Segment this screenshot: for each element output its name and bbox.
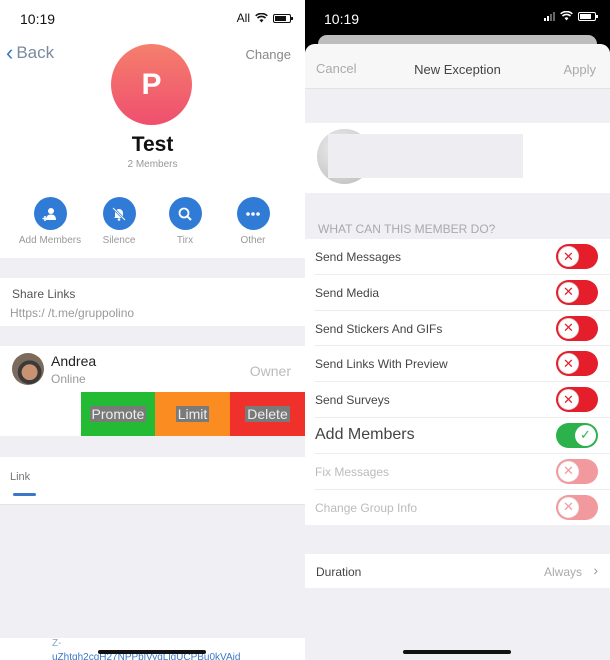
permission-label: Send Media [315,285,380,300]
permission-toggle[interactable]: ✕ [556,315,598,341]
permission-row: Send Stickers And GIFs ✕ [315,311,610,347]
share-link-title: Share Links [12,287,76,301]
delete-button[interactable]: Delete [230,392,305,436]
x-icon: ✕ [558,353,579,375]
permission-toggle: ✕ [556,458,598,484]
duration-label: Duration [316,565,362,579]
permission-row: Send Surveys ✕ [315,382,610,418]
permission-label: Send Surveys [315,393,390,408]
new-exception-screen: 10:19 Cancel New Exception Apply e WHAT … [305,0,610,660]
x-icon: ✕ [558,460,579,482]
redacted-area [328,134,523,178]
permission-row: Send Links With Preview ✕ [315,346,610,383]
permission-row: Send Messages ✕ [315,239,610,275]
apply-button[interactable]: Apply [563,62,596,77]
permission-label: Send Stickers And GIFs [315,321,443,336]
check-icon: ✓ [575,424,596,446]
member-name: Andrea [51,353,97,369]
back-label: Back [16,43,55,62]
carrier-label: All [236,11,250,25]
limit-button[interactable]: Limit [155,392,230,436]
section-header: WHAT CAN THIS MEMBER DO? [318,222,496,236]
more-icon [236,197,270,230]
x-icon: ✕ [558,389,579,411]
tab-link-label: Link [10,471,31,483]
member-card: e [305,123,610,193]
sheet-nav-bar: Cancel New Exception Apply [305,44,610,89]
permission-label: Change Group Info [315,500,418,515]
x-icon: ✕ [558,317,579,339]
search-icon [168,197,202,230]
back-button[interactable]: ‹ Back [6,40,55,65]
member-row[interactable]: Andrea Online Owner Promote Limit Delete [0,346,305,436]
promote-button[interactable]: Promote [81,392,155,436]
battery-icon [273,13,293,23]
search-button[interactable]: Tirx [150,197,220,246]
invite-link[interactable]: Z- uZhtgh2cgH27NPPblVygLlgUCPBu0kVAid [0,638,305,660]
duration-row[interactable]: Duration Always › [305,554,610,588]
permission-label: Send Messages [315,250,402,264]
duration-value: Always [543,565,582,579]
member-status: Online [51,372,86,386]
chevron-right-icon: › [593,562,598,578]
status-time: 10:19 [20,11,56,27]
permission-label: Send Links With Preview [315,357,448,372]
x-icon: ✕ [558,496,579,518]
permission-toggle[interactable]: ✕ [556,279,598,305]
battery-icon [578,11,598,21]
exception-sheet: Cancel New Exception Apply e WHAT CAN TH… [305,44,610,660]
other-button[interactable]: Other [218,197,288,246]
add-user-icon [33,197,67,230]
permission-row: Fix Messages ✕ [315,454,610,490]
x-icon: ✕ [558,246,579,267]
permission-row: Add Members ✓ [315,418,610,454]
home-indicator[interactable] [403,650,511,654]
member-role: Owner [249,363,291,379]
chevron-left-icon: ‹ [6,40,14,65]
action-bar: Add Members Silence Tirx Other [0,197,305,252]
tab-link[interactable]: Link [0,457,305,505]
member-count: 2 Members [127,159,178,170]
status-time: 10:19 [324,11,360,27]
share-link-row[interactable]: Share Links Https:/ /t.me/gruppolino [0,278,305,326]
permission-label: Fix Messages [315,464,390,479]
wifi-icon [560,11,573,21]
group-header: 10:19 All ‹ Back Change P Test 2 Members… [0,0,305,258]
permissions-list: Send Messages ✕ Send Media ✕ Send Stickers A… [305,239,610,526]
permission-toggle[interactable]: ✓ [556,422,598,448]
status-bar: 10:19 All [0,0,305,36]
permission-row: Send Media ✕ [315,275,610,311]
tab-active-indicator [13,493,36,496]
status-bar: 10:19 [305,0,610,36]
permission-toggle[interactable]: ✕ [556,244,598,269]
add-members-button[interactable]: Add Members [15,197,85,246]
permission-toggle: ✕ [556,494,598,520]
group-name: Test [131,133,174,156]
bell-slash-icon [102,197,136,230]
permission-toggle[interactable]: ✕ [556,351,598,377]
home-indicator[interactable] [98,650,206,654]
x-icon: ✕ [558,281,579,303]
permission-toggle[interactable]: ✕ [556,387,598,413]
group-info-screen: 10:19 All ‹ Back Change P Test 2 Members… [0,0,305,660]
wifi-icon [255,13,268,23]
permission-row: Change Group Info ✕ [315,490,610,526]
change-button[interactable]: Change [245,47,291,62]
group-avatar[interactable]: P [111,44,192,125]
member-avatar [12,353,44,385]
signal-icon [544,11,555,21]
silence-button[interactable]: Silence [84,197,154,246]
permission-label: Add Members [315,425,415,443]
share-link-url[interactable]: Https:/ /t.me/gruppolino [10,306,134,320]
